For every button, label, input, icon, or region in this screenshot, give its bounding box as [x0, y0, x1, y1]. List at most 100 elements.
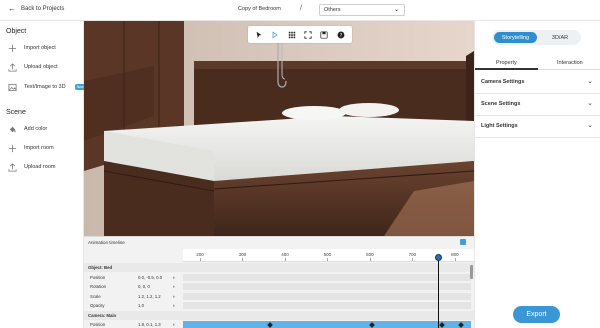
bedroom-scene [84, 21, 474, 236]
category-select-value: Others [324, 7, 341, 13]
camera-settings-accordion[interactable]: Camera Settings ⌄ [475, 71, 600, 94]
plus-icon [7, 43, 17, 53]
row-values[interactable]: 0, 0, 0 [138, 284, 150, 289]
row-track[interactable] [183, 302, 471, 309]
row-label: Object: Bed [88, 265, 113, 270]
keyframe-toggle-icon[interactable]: ◑ [172, 294, 178, 299]
keyframe-diamond[interactable] [369, 321, 375, 328]
3d-ar-mode-button[interactable]: 3D/AR [542, 32, 578, 43]
pause-icon[interactable] [460, 239, 466, 245]
row-track[interactable] [183, 273, 471, 281]
keyframe-toggle-icon[interactable]: ◑ [172, 275, 178, 280]
row-values[interactable]: 1.8, 0.1, 1.3 [138, 322, 161, 327]
timeline-tick-label: 700 [408, 252, 417, 257]
timeline-tick-label: 800 [451, 252, 459, 257]
row-track[interactable] [183, 292, 471, 300]
add-color-button[interactable]: Add color [7, 124, 47, 134]
playhead-line[interactable] [438, 256, 439, 328]
keyframe-diamond[interactable] [267, 321, 273, 328]
help-icon[interactable]: ? [336, 30, 346, 40]
expand-icon[interactable] [303, 30, 313, 40]
row-label: Opacity [90, 303, 105, 308]
right-panel: Storytelling 3D/AR Property Interaction … [474, 21, 600, 328]
timeline-group-row[interactable]: Camera: Main [84, 310, 474, 320]
row-track[interactable] [183, 311, 471, 319]
back-to-projects-link[interactable]: ← Back to Projects [8, 5, 64, 13]
timeline-ruler[interactable]: 200 300 400 500 600 700 800 [183, 249, 474, 262]
timeline-tick [454, 258, 456, 261]
grid-icon[interactable] [287, 30, 297, 40]
tab-interaction[interactable]: Interaction [557, 60, 583, 66]
import-room-label: Import room [24, 145, 54, 151]
upload-icon [7, 162, 17, 172]
text-image-to-3d-label: Text/Image to 3D [24, 84, 66, 90]
add-color-label: Add color [24, 126, 48, 132]
image-icon [7, 82, 17, 92]
row-values[interactable]: 1.0 [138, 303, 144, 308]
breadcrumb-separator: / [300, 5, 302, 12]
timeline-tick [412, 258, 414, 261]
row-label: Position [90, 322, 106, 327]
timeline-property-row[interactable]: Scale 1.2, 1.2, 1.2 ◑ [84, 292, 474, 301]
row-label: Scale [90, 293, 101, 299]
timeline-tick-label: 200 [196, 252, 204, 257]
text-image-to-3d-button[interactable]: Text/Image to 3D New [7, 82, 86, 92]
animation-timeline: Animation timeline 200 300 400 500 600 700 800… [84, 236, 474, 328]
timeline-tick [369, 258, 371, 261]
import-room-button[interactable]: Import room [7, 143, 54, 153]
timeline-scrollbar[interactable] [470, 265, 473, 279]
3d-viewport[interactable]: ? [84, 21, 474, 236]
scene-section-title: Scene [6, 109, 26, 116]
timeline-group-row[interactable]: Object: Bed [84, 263, 474, 272]
category-select[interactable]: Others ⌄ [319, 4, 405, 16]
row-track[interactable] [183, 264, 471, 271]
keyframe-toggle-icon[interactable]: ◑ [172, 303, 178, 308]
upload-icon [7, 62, 17, 72]
timeline-property-row[interactable]: Position 1.8, 0.1, 1.3 ◑ [84, 320, 474, 328]
camera-settings-label: Camera Settings [481, 79, 525, 85]
active-tab-indicator [475, 68, 538, 70]
timeline-title: Animation timeline [88, 240, 125, 245]
timeline-tick-label: 400 [281, 252, 289, 257]
viewport-toolbar: ? [248, 26, 352, 43]
keyframe-diamond[interactable] [458, 321, 465, 328]
timeline-property-row[interactable]: Position 0.0, -0.5, 0.0 ◑ [84, 273, 474, 282]
timeline-property-row[interactable]: Opacity 1.0 ◑ [84, 301, 474, 310]
project-name[interactable]: Copy of Bedroom [238, 6, 281, 12]
object-section-title: Object [6, 28, 27, 35]
keyframe-toggle-icon[interactable]: ◑ [172, 284, 178, 289]
timeline-tick [242, 258, 244, 261]
light-settings-label: Light Settings [481, 123, 518, 129]
storytelling-mode-button[interactable]: Storytelling [494, 32, 537, 43]
export-button[interactable]: Export [513, 306, 560, 323]
tab-property[interactable]: Property [496, 60, 517, 66]
import-object-label: Import object [24, 45, 56, 51]
keyframe-diamond[interactable] [439, 321, 445, 328]
keyframe-toggle-icon[interactable]: ◑ [172, 322, 178, 327]
row-values[interactable]: 0.0, -0.5, 0.0 [138, 275, 162, 280]
row-track[interactable] [183, 321, 471, 328]
row-values[interactable]: 1.2, 1.2, 1.2 [138, 294, 161, 299]
upload-object-button[interactable]: Upload object [7, 62, 58, 72]
playhead-handle[interactable] [435, 254, 442, 261]
timeline-tick-label: 300 [238, 252, 247, 257]
chevron-down-icon: ⌄ [587, 100, 593, 107]
plus-icon [7, 143, 17, 153]
light-settings-accordion[interactable]: Light Settings ⌄ [475, 115, 600, 138]
back-label: Back to Projects [21, 6, 65, 12]
back-arrow-icon: ← [8, 4, 16, 13]
row-track[interactable] [183, 283, 471, 290]
scene-settings-accordion[interactable]: Scene Settings ⌄ [475, 93, 600, 116]
chevron-down-icon: ⌄ [587, 122, 593, 129]
mode-toggle: Storytelling 3D/AR [492, 30, 581, 45]
timeline-tick-label: 600 [366, 252, 374, 257]
import-object-button[interactable]: Import object [7, 43, 56, 53]
timeline-tick [284, 258, 286, 261]
select-cursor-icon[interactable] [254, 30, 264, 40]
timeline-tick-label: 500 [323, 252, 332, 257]
play-icon[interactable] [270, 30, 280, 40]
save-icon[interactable] [319, 30, 329, 40]
chevron-down-icon: ⌄ [587, 78, 593, 85]
timeline-property-row[interactable]: Rotation 0, 0, 0 ◑ [84, 282, 474, 291]
upload-room-button[interactable]: Upload room [7, 162, 56, 172]
